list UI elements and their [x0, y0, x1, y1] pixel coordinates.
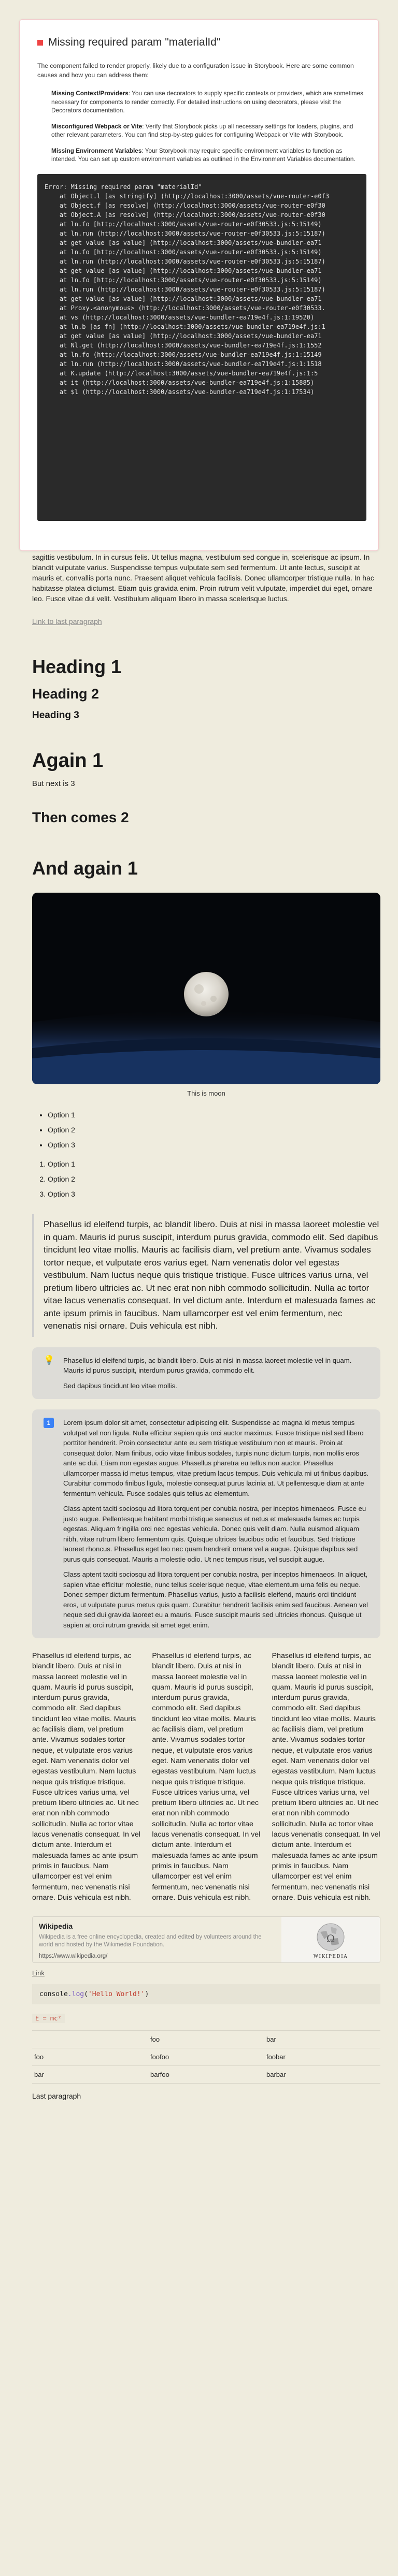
text-but-next: But next is 3	[32, 779, 75, 788]
heading-and-again: And again 1	[32, 857, 138, 879]
code-snippet[interactable]: console.log('Hello World!')	[32, 1984, 380, 2005]
list-item: Option 1	[48, 1157, 380, 1172]
error-intro: The component failed to render properly,…	[37, 62, 354, 79]
moon-image	[32, 893, 380, 1084]
error-cause-label[interactable]: Missing Environment Variables	[51, 147, 141, 154]
error-stack-trace[interactable]: Error: Missing required param "materialI…	[37, 173, 366, 521]
wikipedia-globe-icon: Ω WIKIPEDIA	[314, 1923, 348, 1959]
list-item: Option 2	[48, 1172, 380, 1187]
callout-text: Class aptent taciti sociosqu ad litora t…	[63, 1505, 366, 1563]
lightbulb-icon: 💡	[44, 1355, 55, 1365]
callout-text: Lorem ipsum dolor sit amet, consectetur …	[63, 1419, 369, 1497]
heading-1: Heading 1	[32, 656, 122, 677]
moon-figure: This is moon	[32, 893, 380, 1097]
error-cause-item: Misconfigured Webpack or Vite: Verify th…	[51, 122, 364, 139]
last-paragraph: Last paragraph	[32, 2092, 81, 2101]
callout-text: Sed dapibus tincidunt leo vitae mollis.	[63, 1381, 177, 1390]
table-cell: barfoo	[148, 2065, 264, 2084]
heading-3: Heading 3	[32, 710, 79, 721]
error-causes-list: Missing Context/Providers: You can use d…	[37, 89, 364, 164]
table-row: bar barfoo barbar	[32, 2065, 380, 2084]
error-overlay: Missing required param "materialId" The …	[19, 19, 379, 551]
numbered-list: Option 1 Option 2 Option 3	[32, 1157, 380, 1202]
bookmark-url: https://www.wikipedia.org/	[39, 1953, 108, 1960]
table-cell: bar	[32, 2065, 148, 2084]
column-text: Phasellus id eleifend turpis, ac blandit…	[152, 1652, 261, 1902]
bookmark-description: Wikipedia is a free online encyclopedia,…	[39, 1934, 262, 1948]
list-item: Option 2	[48, 1123, 380, 1138]
error-cause-item: Missing Environment Variables: Your Stor…	[51, 147, 364, 164]
error-title-text: Missing required param "materialId"	[48, 36, 221, 48]
bookmark-title: Wikipedia	[39, 1922, 73, 1931]
table-row: foo foofoo foobar	[32, 2048, 380, 2066]
data-table: foo bar foo foofoo foobar bar barfoo bar…	[32, 2030, 380, 2084]
link-preview[interactable]: Link	[32, 1969, 380, 1977]
bulleted-list: Option 1 Option 2 Option 3	[32, 1108, 380, 1153]
table-cell: barbar	[264, 2065, 380, 2084]
error-cause-label[interactable]: Missing Context/Providers	[51, 90, 129, 97]
list-item: Option 1	[48, 1108, 380, 1123]
list-item: Option 3	[48, 1187, 380, 1202]
error-cause-label[interactable]: Misconfigured Webpack or Vite	[51, 123, 142, 130]
code-keyword: console	[39, 1990, 68, 1999]
error-indicator-icon	[37, 39, 43, 46]
page-content: sagittis vestibulum. In in cursus felis.…	[32, 552, 380, 2100]
error-title: Missing required param "materialId"	[37, 36, 364, 49]
intro-paragraph: sagittis vestibulum. In in cursus felis.…	[32, 553, 374, 603]
callout-number: 1 Lorem ipsum dolor sit amet, consectetu…	[32, 1409, 380, 1638]
code-string: 'Hello World!'	[88, 1990, 145, 1999]
table-cell: foofoo	[148, 2048, 264, 2066]
error-cause-item: Missing Context/Providers: You can use d…	[51, 89, 364, 115]
column-text: Phasellus id eleifend turpis, ac blandit…	[32, 1652, 141, 1902]
wikipedia-wordmark: WIKIPEDIA	[314, 1954, 348, 1959]
image-caption: This is moon	[187, 1089, 225, 1097]
number-one-icon: 1	[44, 1417, 54, 1428]
list-item: Option 3	[48, 1138, 380, 1153]
table-cell: foobar	[264, 2048, 380, 2066]
bookmark-text: Wikipedia Wikipedia is a free online enc…	[33, 1917, 281, 1962]
heading-then-comes: Then comes 2	[32, 809, 129, 825]
callout-lightbulb: 💡 Phasellus id eleifend turpis, ac bland…	[32, 1347, 380, 1399]
link-to-last-paragraph[interactable]: Link to last paragraph	[32, 617, 102, 625]
table-cell: foo	[32, 2048, 148, 2066]
table-cell: bar	[264, 2030, 380, 2048]
heading-again-1: Again 1	[32, 750, 104, 772]
wikipedia-logo-icon: Ω WIKIPEDIA	[281, 1917, 380, 1963]
table-row: foo bar	[32, 2030, 380, 2048]
svg-text:Ω: Ω	[326, 1932, 335, 1945]
callout-text: Phasellus id eleifend turpis, ac blandit…	[63, 1356, 352, 1375]
table-cell	[32, 2030, 148, 2048]
blockquote: Phasellus id eleifend turpis, ac blandit…	[32, 1214, 380, 1337]
equation: E = mc²	[32, 2014, 65, 2024]
number-one-glyph: 1	[44, 1418, 54, 1428]
table-cell: foo	[148, 2030, 264, 2048]
three-column-layout: Phasellus id eleifend turpis, ac blandit…	[32, 1651, 380, 1903]
bookmark-card[interactable]: Wikipedia Wikipedia is a free online enc…	[32, 1916, 380, 1963]
heading-2: Heading 2	[32, 686, 100, 702]
code-function: .log	[67, 1990, 84, 1999]
callout-text: Class aptent taciti sociosqu ad litora t…	[63, 1570, 368, 1629]
column-text: Phasellus id eleifend turpis, ac blandit…	[272, 1652, 380, 1902]
